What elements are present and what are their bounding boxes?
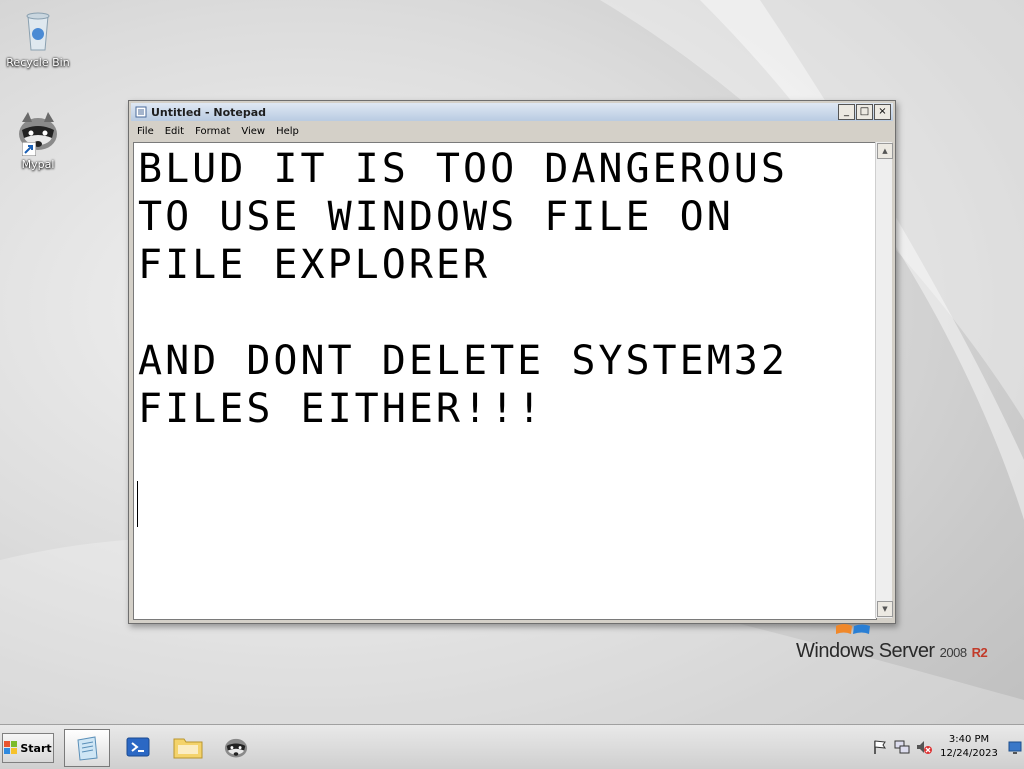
volume-muted-icon[interactable] — [916, 739, 932, 755]
notepad-small-icon — [135, 106, 147, 118]
desktop-icon-mypal[interactable]: Mypal — [0, 108, 76, 171]
system-tray: 3:40 PM 12/24/2023 — [864, 729, 1024, 767]
menu-bar: File Edit Format View Help — [131, 122, 893, 140]
mypal-label: Mypal — [21, 158, 55, 171]
close-button[interactable]: × — [874, 104, 891, 120]
recycle-bin-label: Recycle Bin — [6, 56, 70, 69]
windows-flag-icon — [4, 741, 18, 754]
window-title: Untitled - Notepad — [151, 105, 267, 119]
network-icon[interactable] — [894, 739, 910, 755]
menu-format[interactable]: Format — [189, 126, 235, 137]
start-button[interactable]: Start — [2, 733, 54, 763]
brand-version: 2008 — [939, 645, 967, 660]
vertical-scrollbar[interactable]: ▲ ▼ — [875, 142, 893, 618]
minimize-button[interactable]: _ — [838, 104, 855, 120]
scroll-up-button[interactable]: ▲ — [877, 143, 893, 159]
windows-server-branding: Windows Server 2008 R2 — [796, 624, 988, 663]
menu-help[interactable]: Help — [270, 126, 304, 137]
clock-time: 3:40 PM — [948, 734, 990, 745]
maximize-button[interactable]: □ — [856, 104, 873, 120]
menu-file[interactable]: File — [131, 126, 159, 137]
recycle-bin-icon — [26, 12, 50, 51]
taskbar-mypal[interactable] — [214, 729, 258, 765]
text-editor[interactable]: BLUD IT IS TOO DANGEROUS TO USE WINDOWS … — [133, 142, 877, 620]
clock-date: 12/24/2023 — [940, 748, 998, 759]
folder-icon — [173, 738, 203, 759]
editor-text: BLUD IT IS TOO DANGEROUS TO USE WINDOWS … — [138, 146, 788, 432]
shortcut-arrow-icon — [22, 142, 36, 156]
taskbar-powershell[interactable] — [116, 729, 160, 765]
taskbar-notepad[interactable] — [64, 729, 110, 767]
title-bar[interactable]: Untitled - Notepad _ □ × — [131, 103, 893, 121]
powershell-icon — [126, 737, 150, 757]
desktop-icon-recycle-bin[interactable]: Recycle Bin — [0, 6, 76, 69]
raccoon-icon — [224, 738, 248, 758]
brand-name: Windows Server — [796, 640, 935, 662]
windows-logo-icon — [836, 624, 870, 634]
clock[interactable]: 3:40 PM 12/24/2023 — [936, 733, 1002, 761]
menu-edit[interactable]: Edit — [159, 126, 189, 137]
show-desktop-icon[interactable] — [1008, 739, 1022, 757]
notepad-window[interactable]: Untitled - Notepad _ □ × File Edit Forma… — [128, 100, 896, 624]
menu-view[interactable]: View — [235, 126, 270, 137]
flag-icon[interactable] — [872, 739, 888, 755]
scroll-down-button[interactable]: ▼ — [877, 601, 893, 617]
text-caret — [137, 481, 138, 527]
notepad-icon — [77, 736, 98, 761]
taskbar: Start 3:40 PM 12/24/2023 — [0, 724, 1024, 769]
start-label: Start — [20, 741, 52, 755]
brand-release: R2 — [971, 645, 988, 660]
taskbar-explorer[interactable] — [166, 729, 210, 765]
